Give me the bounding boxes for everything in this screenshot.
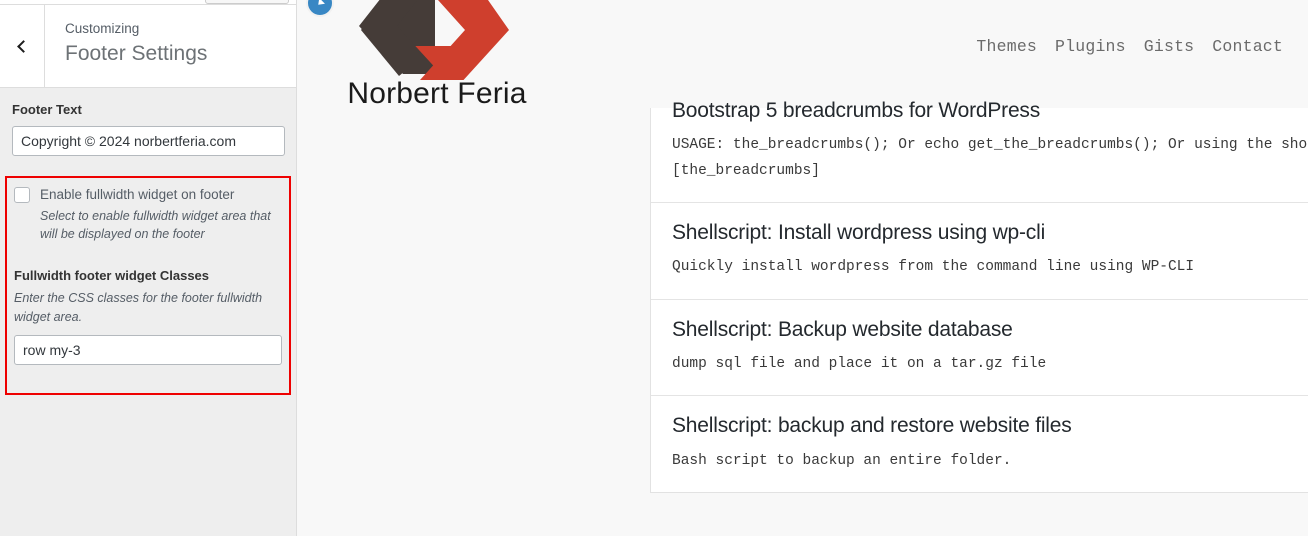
list-item-description: USAGE: the_breadcrumbs(); Or echo get_th… — [672, 137, 1308, 179]
list-item-title[interactable]: Bootstrap 5 breadcrumbs for WordPress — [672, 97, 1308, 124]
list-item[interactable]: Shellscript: backup and restore website … — [651, 395, 1308, 492]
list-item-title[interactable]: Shellscript: Backup website database — [672, 316, 1308, 343]
panel-kicker: Customizing — [65, 21, 140, 36]
list-item-description: Quickly install wordpress from the comma… — [672, 259, 1195, 276]
list-item-description: dump sql file and place it on a tar.gz f… — [672, 356, 1047, 373]
highlighted-control-group: Enable fullwidth widget on footer Select… — [5, 176, 291, 395]
panel-title-group: Customizing Footer Settings — [45, 5, 296, 87]
sidebar-partial-button[interactable] — [205, 0, 289, 4]
list-item-title[interactable]: Shellscript: backup and restore website … — [672, 412, 1308, 439]
customizer-sidebar: Customizing Footer Settings Footer Text … — [0, 0, 297, 536]
nav-link-plugins[interactable]: Plugins — [1055, 37, 1126, 56]
list-item-title[interactable]: Shellscript: Install wordpress using wp-… — [672, 219, 1308, 246]
footer-text-input[interactable] — [12, 126, 285, 157]
page-title: Footer Settings — [65, 42, 208, 66]
nav-link-contact[interactable]: Contact — [1212, 37, 1283, 56]
fullwidth-classes-group: Fullwidth footer widget Classes Enter th… — [14, 267, 282, 365]
brand-name: Norbert Feria — [347, 77, 527, 110]
chevron-left-icon — [17, 39, 30, 53]
footer-text-label: Footer Text — [12, 102, 82, 117]
list-item[interactable]: Bootstrap 5 breadcrumbs for WordPress US… — [651, 81, 1308, 202]
site-logo[interactable]: Norbert Feria — [337, 0, 537, 109]
fullwidth-toggle-text: Enable fullwidth widget on footer Select… — [40, 186, 282, 243]
nav-link-gists[interactable]: Gists — [1144, 37, 1195, 56]
fullwidth-toggle-row[interactable]: Enable fullwidth widget on footer Select… — [14, 186, 282, 243]
control-list: Footer Text — [0, 89, 296, 157]
fullwidth-toggle-label: Enable fullwidth widget on footer — [40, 187, 235, 202]
customizer-screen: Customizing Footer Settings Footer Text … — [0, 0, 1308, 536]
site-nav: Themes Plugins Gists Contact — [976, 37, 1283, 56]
fullwidth-classes-input[interactable] — [14, 334, 282, 365]
panel-back-button[interactable] — [0, 5, 45, 87]
list-item[interactable]: Shellscript: Install wordpress using wp-… — [651, 202, 1308, 299]
fullwidth-classes-label: Fullwidth footer widget Classes — [14, 268, 210, 284]
nav-link-themes[interactable]: Themes — [976, 37, 1037, 56]
list-item-description: Bash script to backup an entire folder. — [672, 452, 1012, 469]
gist-list: Bootstrap 5 breadcrumbs for WordPress US… — [650, 99, 1308, 494]
panel-header: Customizing Footer Settings — [0, 5, 296, 88]
fullwidth-toggle-description: Select to enable fullwidth widget area t… — [40, 209, 271, 242]
fullwidth-classes-description: Enter the CSS classes for the footer ful… — [14, 291, 263, 324]
list-item[interactable]: Shellscript: Backup website database dum… — [651, 298, 1308, 396]
site-preview: Norbert Feria Themes Plugins Gists Conta… — [297, 0, 1308, 536]
fullwidth-toggle-checkbox[interactable] — [14, 187, 30, 203]
norbert-feria-chevron-logo — [359, 0, 509, 80]
